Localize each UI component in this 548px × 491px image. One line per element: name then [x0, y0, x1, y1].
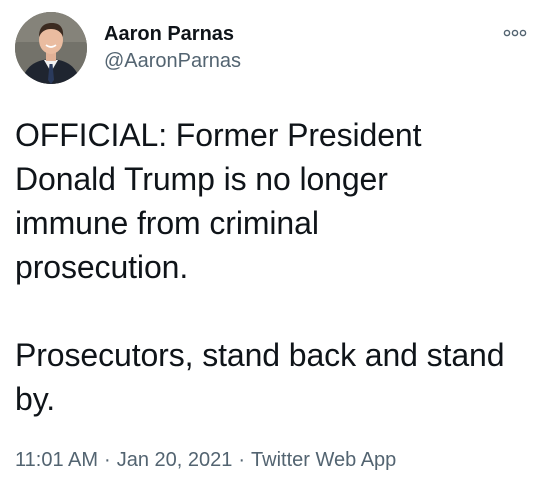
- tweet-time[interactable]: 11:01 AM: [15, 449, 98, 471]
- tweet-card: Aaron Parnas @AaronParnas OFFICIAL: Form…: [0, 0, 548, 491]
- tweet-meta: 11:01 AM · Jan 20, 2021 · Twitter Web App: [15, 447, 396, 473]
- meta-separator: ·: [238, 449, 246, 471]
- tweet-source[interactable]: Twitter Web App: [251, 449, 396, 471]
- tweet-date[interactable]: Jan 20, 2021: [117, 449, 233, 471]
- tweet-header: Aaron Parnas @AaronParnas: [15, 12, 535, 87]
- author-handle[interactable]: @AaronParnas: [104, 48, 241, 74]
- meta-separator: ·: [104, 449, 111, 471]
- tweet-text: OFFICIAL: Former President Donald Trump …: [15, 117, 505, 417]
- avatar[interactable]: [15, 12, 87, 84]
- user-avatar-photo-icon: [15, 12, 87, 84]
- author-display-name[interactable]: Aaron Parnas: [104, 21, 241, 47]
- more-options-icon[interactable]: [503, 26, 527, 38]
- author-names: Aaron Parnas @AaronParnas: [104, 21, 241, 74]
